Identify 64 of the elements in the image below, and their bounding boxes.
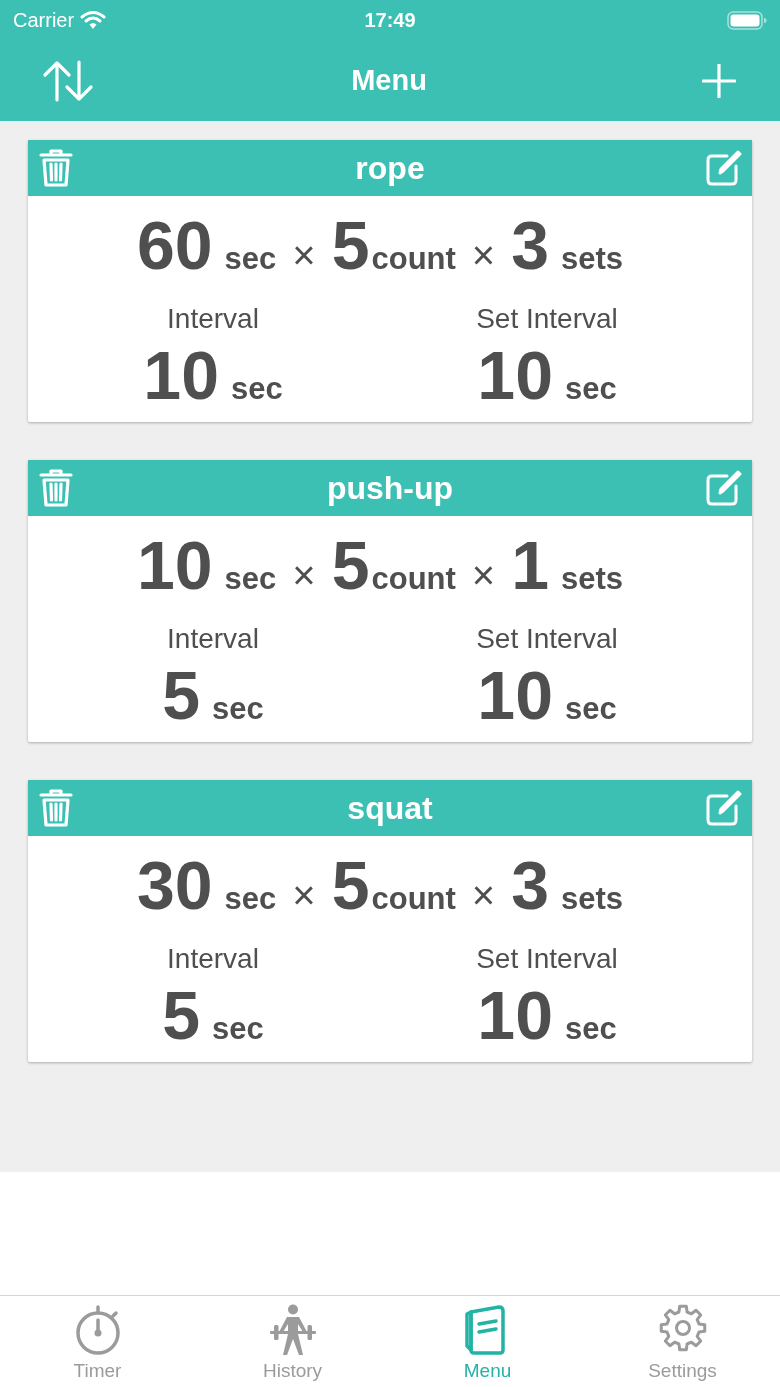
menu-title: push-up [326, 469, 454, 507]
sets-value: 3 [511, 852, 550, 918]
add-icon[interactable] [702, 63, 736, 98]
count-value: 5 [331, 212, 370, 278]
carrier-label: Carrier [13, 8, 75, 32]
interval-label: Interval [167, 305, 259, 333]
multiply-sign: × [292, 552, 316, 599]
multiply-sign: × [292, 232, 316, 279]
set-interval-label: Set Interval [476, 305, 618, 333]
interval-label: Interval [167, 945, 259, 973]
multiply-sign: × [471, 552, 496, 599]
interval-value: 10 [143, 342, 219, 408]
edit-icon[interactable] [705, 469, 742, 507]
set-interval-label: Set Interval [476, 945, 618, 973]
sets-value: 1 [511, 532, 550, 598]
duration-value: 10 [136, 532, 213, 598]
clock-time: 17:49 [364, 8, 416, 32]
interval-unit: sec [230, 370, 283, 408]
trash-icon[interactable] [39, 788, 73, 828]
count-value: 5 [331, 852, 370, 918]
count-value: 5 [331, 532, 370, 598]
sets-unit: sets [561, 880, 624, 918]
sets-value: 3 [511, 212, 550, 278]
battery-icon [727, 10, 767, 30]
duration-unit: sec [224, 560, 277, 598]
set-interval-value: 10 [477, 342, 553, 408]
interval-value: 5 [162, 982, 201, 1048]
multiply-sign: × [471, 872, 496, 919]
set-interval-unit: sec [564, 690, 617, 728]
duration-value: 30 [136, 852, 213, 918]
tab-item[interactable]: Menu [390, 1296, 585, 1387]
set-interval-unit: sec [564, 1010, 617, 1048]
tab-item[interactable]: History [195, 1296, 390, 1387]
gear-icon [658, 1304, 707, 1352]
wifi-icon [80, 10, 107, 30]
interval-value: 5 [162, 662, 201, 728]
menu-title: squat [347, 789, 433, 827]
set-interval-label: Set Interval [476, 625, 618, 653]
interval-unit: sec [212, 1010, 264, 1048]
duration-unit: sec [224, 240, 277, 278]
edit-icon[interactable] [705, 149, 742, 187]
sort-icon[interactable] [42, 59, 94, 102]
multiply-sign: × [471, 232, 496, 279]
multiply-sign: × [292, 872, 316, 919]
interval-label: Interval [167, 625, 259, 653]
count-unit: count [371, 880, 456, 918]
set-interval-value: 10 [477, 982, 553, 1048]
trash-icon[interactable] [39, 468, 73, 508]
set-interval-value: 10 [477, 662, 553, 728]
count-unit: count [371, 240, 456, 278]
interval-unit: sec [212, 690, 264, 728]
duration-value: 60 [136, 212, 213, 278]
weightlifter-icon [267, 1304, 318, 1356]
menu-title: rope [355, 149, 425, 187]
sets-unit: sets [561, 240, 624, 278]
edit-icon[interactable] [705, 789, 742, 827]
trash-icon[interactable] [39, 148, 73, 188]
set-interval-unit: sec [564, 370, 617, 408]
duration-unit: sec [224, 880, 277, 918]
count-unit: count [371, 560, 456, 598]
tab-item[interactable]: Timer [0, 1296, 195, 1387]
sets-unit: sets [561, 560, 624, 598]
screen-title: Menu [351, 64, 427, 97]
tab-item[interactable]: Settings [585, 1296, 780, 1387]
